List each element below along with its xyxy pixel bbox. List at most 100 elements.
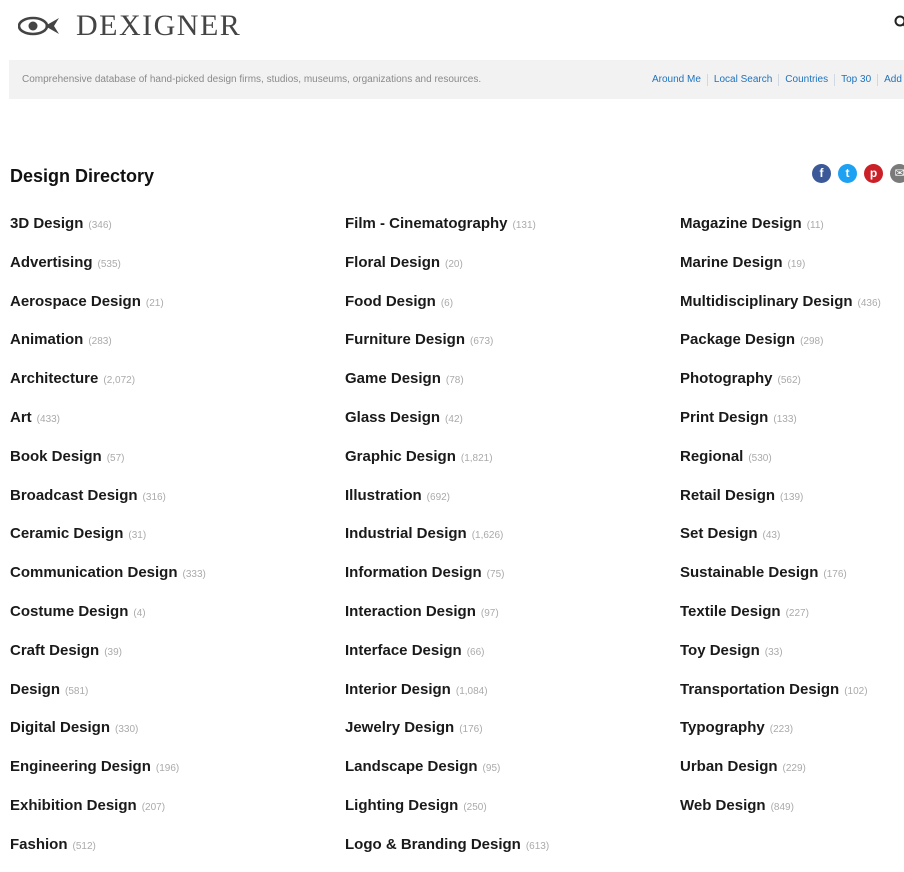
category-item[interactable]: Logo & Branding Design(613) [345,833,549,872]
category-link[interactable]: Game Design [345,370,441,387]
category-link[interactable]: Broadcast Design [10,487,138,504]
category-item[interactable]: 3D Design(346) [10,212,206,251]
category-item[interactable]: Retail Design(139) [680,484,881,523]
category-link[interactable]: Animation [10,331,83,348]
category-link[interactable]: Exhibition Design [10,797,137,814]
category-link[interactable]: Costume Design [10,603,128,620]
category-link[interactable]: Sustainable Design [680,564,818,581]
category-item[interactable]: Print Design(133) [680,406,881,445]
category-link[interactable]: Multidisciplinary Design [680,293,853,310]
category-item[interactable]: Design(581) [10,678,206,717]
category-item[interactable]: Furniture Design(673) [345,328,549,367]
category-item[interactable]: Ceramic Design(31) [10,522,206,561]
category-link[interactable]: Interior Design [345,681,451,698]
category-item[interactable]: Jewelry Design(176) [345,716,549,755]
pinterest-icon[interactable]: p [864,164,883,183]
category-item[interactable]: Engineering Design(196) [10,755,206,794]
category-link[interactable]: Art [10,409,32,426]
category-link[interactable]: Regional [680,448,743,465]
category-item[interactable]: Photography(562) [680,367,881,406]
facebook-icon[interactable]: f [812,164,831,183]
category-item[interactable]: Floral Design(20) [345,251,549,290]
category-item[interactable]: Regional(530) [680,445,881,484]
category-link[interactable]: Book Design [10,448,102,465]
category-link[interactable]: Ceramic Design [10,525,123,542]
category-link[interactable]: Food Design [345,293,436,310]
category-item[interactable]: Aerospace Design(21) [10,290,206,329]
category-link[interactable]: Landscape Design [345,758,478,775]
category-item[interactable]: Interaction Design(97) [345,600,549,639]
category-item[interactable]: Web Design(849) [680,794,881,833]
category-link[interactable]: Film - Cinematography [345,215,508,232]
category-item[interactable]: Illustration(692) [345,484,549,523]
category-link[interactable]: Photography [680,370,773,387]
category-link[interactable]: Aerospace Design [10,293,141,310]
category-item[interactable]: Magazine Design(11) [680,212,881,251]
category-item[interactable]: Lighting Design(250) [345,794,549,833]
category-item[interactable]: Industrial Design(1,626) [345,522,549,561]
category-item[interactable]: Animation(283) [10,328,206,367]
category-item[interactable]: Glass Design(42) [345,406,549,445]
category-item[interactable]: Craft Design(39) [10,639,206,678]
category-item[interactable]: Book Design(57) [10,445,206,484]
category-item[interactable]: Art(433) [10,406,206,445]
category-link[interactable]: Illustration [345,487,422,504]
category-link[interactable]: Furniture Design [345,331,465,348]
category-link[interactable]: Interaction Design [345,603,476,620]
nav-countries[interactable]: Countries [778,74,834,86]
category-link[interactable]: Print Design [680,409,768,426]
category-link[interactable]: Package Design [680,331,795,348]
category-item[interactable]: Urban Design(229) [680,755,881,794]
category-link[interactable]: 3D Design [10,215,83,232]
category-link[interactable]: Logo & Branding Design [345,836,521,853]
category-item[interactable]: Marine Design(19) [680,251,881,290]
nav-add[interactable]: Add [877,74,904,86]
category-link[interactable]: Transportation Design [680,681,839,698]
category-link[interactable]: Craft Design [10,642,99,659]
category-link[interactable]: Interface Design [345,642,462,659]
site-logo[interactable]: DEXIGNER [18,9,241,43]
category-link[interactable]: Graphic Design [345,448,456,465]
category-item[interactable]: Typography(223) [680,716,881,755]
category-link[interactable]: Retail Design [680,487,775,504]
category-item[interactable]: Digital Design(330) [10,716,206,755]
category-item[interactable]: Interface Design(66) [345,639,549,678]
category-item[interactable]: Set Design(43) [680,522,881,561]
category-link[interactable]: Digital Design [10,719,110,736]
category-link[interactable]: Set Design [680,525,758,542]
category-link[interactable]: Magazine Design [680,215,802,232]
category-link[interactable]: Communication Design [10,564,178,581]
category-item[interactable]: Transportation Design(102) [680,678,881,717]
category-item[interactable]: Costume Design(4) [10,600,206,639]
category-link[interactable]: Typography [680,719,765,736]
category-link[interactable]: Toy Design [680,642,760,659]
category-item[interactable]: Film - Cinematography(131) [345,212,549,251]
category-item[interactable]: Fashion(512) [10,833,206,872]
search-icon[interactable] [894,15,904,29]
email-icon[interactable]: ✉ [890,164,904,183]
category-item[interactable]: Architecture(2,072) [10,367,206,406]
category-link[interactable]: Marine Design [680,254,783,271]
category-item[interactable]: Graphic Design(1,821) [345,445,549,484]
category-link[interactable]: Web Design [680,797,766,814]
category-link[interactable]: Information Design [345,564,482,581]
category-item[interactable]: Package Design(298) [680,328,881,367]
category-link[interactable]: Industrial Design [345,525,467,542]
category-item[interactable]: Broadcast Design(316) [10,484,206,523]
category-link[interactable]: Textile Design [680,603,781,620]
category-item[interactable]: Communication Design(333) [10,561,206,600]
category-item[interactable]: Information Design(75) [345,561,549,600]
nav-top-30[interactable]: Top 30 [834,74,877,86]
category-item[interactable]: Multidisciplinary Design(436) [680,290,881,329]
category-link[interactable]: Advertising [10,254,93,271]
category-item[interactable]: Exhibition Design(207) [10,794,206,833]
category-item[interactable]: Landscape Design(95) [345,755,549,794]
category-link[interactable]: Floral Design [345,254,440,271]
category-link[interactable]: Fashion [10,836,68,853]
category-item[interactable]: Food Design(6) [345,290,549,329]
category-link[interactable]: Glass Design [345,409,440,426]
category-item[interactable]: Toy Design(33) [680,639,881,678]
category-item[interactable]: Textile Design(227) [680,600,881,639]
category-item[interactable]: Advertising(535) [10,251,206,290]
category-item[interactable]: Game Design(78) [345,367,549,406]
